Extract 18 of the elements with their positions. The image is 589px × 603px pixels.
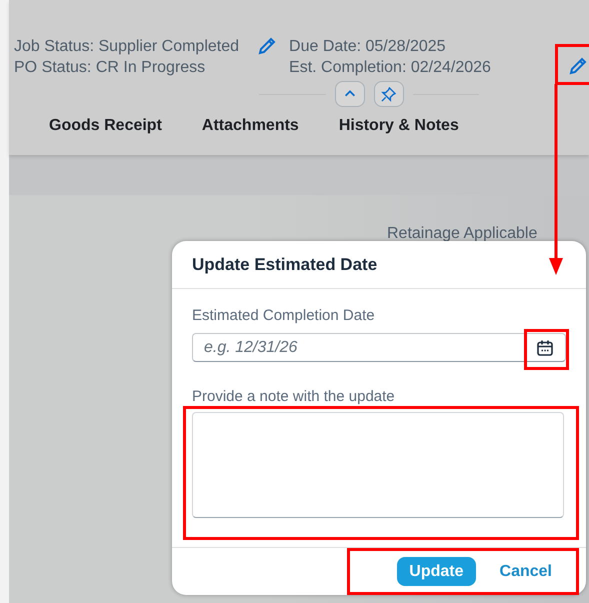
cancel-button[interactable]: Cancel bbox=[488, 557, 564, 586]
edit-icon[interactable] bbox=[257, 36, 278, 56]
status-text: PO Status: CR In Progress bbox=[14, 58, 206, 78]
collapse-button[interactable] bbox=[334, 81, 364, 107]
edit-icon[interactable] bbox=[568, 56, 588, 76]
tab[interactable]: Attachments bbox=[202, 117, 299, 135]
date-text: Est. Completion: 02/24/2026 bbox=[289, 58, 491, 78]
highlight-overlay bbox=[555, 44, 589, 85]
tab[interactable]: History & Notes bbox=[338, 117, 459, 135]
date-text: Due Date: 05/28/2025 bbox=[289, 37, 447, 57]
field-label: Estimated Completion Date bbox=[192, 307, 376, 324]
pin-icon bbox=[381, 86, 396, 102]
field-label: Retainage Applicable bbox=[387, 225, 538, 243]
pin-button[interactable] bbox=[374, 81, 404, 107]
status-text: Job Status: Supplier Completed bbox=[14, 37, 240, 57]
tab[interactable]: Goods Receipt bbox=[49, 117, 162, 135]
field-label: Provide a note with the update bbox=[192, 388, 396, 405]
note-field[interactable] bbox=[192, 412, 564, 518]
